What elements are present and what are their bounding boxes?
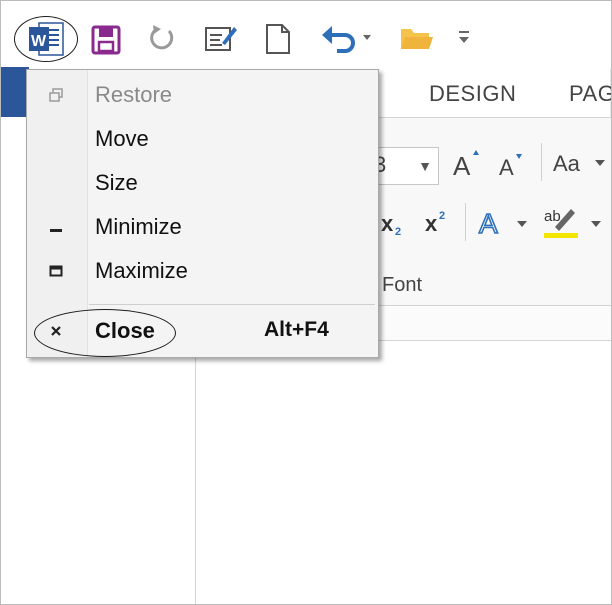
ribbon-separator [541, 143, 542, 181]
chevron-down-icon: ▼ [418, 158, 432, 174]
subscript-icon[interactable]: x 2 [379, 205, 413, 244]
font-group-label: Font [382, 274, 423, 296]
customize-qat-icon[interactable] [457, 29, 471, 52]
menu-item-maximize[interactable]: Maximize [27, 250, 378, 294]
menu-item-minimize[interactable]: Minimize [27, 206, 378, 250]
superscript-icon[interactable]: x 2 [423, 205, 457, 244]
menu-item-restore: Restore [27, 74, 378, 118]
new-document-icon[interactable] [265, 23, 291, 60]
annotation-oval-word-icon [14, 16, 78, 62]
svg-text:A: A [453, 151, 471, 179]
save-icon[interactable] [91, 25, 121, 60]
tab-page-layout[interactable]: PAG [569, 81, 611, 107]
grow-font-icon[interactable]: A [451, 145, 485, 184]
svg-text:A: A [499, 155, 514, 179]
menu-divider [89, 304, 375, 305]
shrink-font-icon[interactable]: A [497, 149, 529, 184]
repeat-icon[interactable] [147, 23, 177, 58]
file-tab-strip[interactable] [1, 67, 29, 117]
text-effects-icon[interactable]: A [477, 203, 537, 244]
open-folder-icon[interactable] [399, 23, 435, 58]
edit-document-icon[interactable] [204, 23, 238, 58]
menu-item-label: Move [95, 126, 149, 151]
maximize-icon [45, 260, 67, 282]
svg-text:2: 2 [395, 226, 401, 238]
ribbon-separator [465, 203, 466, 241]
annotation-oval-close [34, 309, 176, 357]
menu-item-shortcut: Alt+F4 [264, 318, 329, 341]
svg-text:x: x [381, 211, 394, 236]
word-window: W DESIGN PAG 3 ▼ A A Aa x 2 x 2 A ab Fon… [0, 0, 612, 605]
menu-item-label: Restore [95, 82, 173, 107]
minimize-icon [45, 216, 67, 238]
svg-text:2: 2 [439, 210, 445, 222]
font-size-combobox[interactable]: 3 ▼ [371, 147, 439, 185]
menu-item-label: Minimize [95, 214, 182, 239]
highlight-color-icon[interactable]: ab [541, 201, 607, 246]
undo-icon[interactable] [321, 23, 375, 58]
svg-text:ab: ab [544, 208, 561, 225]
svg-text:x: x [425, 211, 438, 236]
svg-text:A: A [479, 208, 498, 239]
tab-design[interactable]: DESIGN [429, 81, 516, 107]
menu-item-label: Maximize [95, 258, 188, 283]
quick-access-toolbar: W [1, 1, 611, 69]
svg-text:Aa: Aa [553, 151, 581, 176]
restore-icon [45, 84, 67, 106]
menu-item-label: Size [95, 170, 138, 195]
menu-item-move[interactable]: Move [27, 118, 378, 162]
menu-item-size[interactable]: Size [27, 162, 378, 206]
change-case-icon[interactable]: Aa [551, 147, 611, 182]
